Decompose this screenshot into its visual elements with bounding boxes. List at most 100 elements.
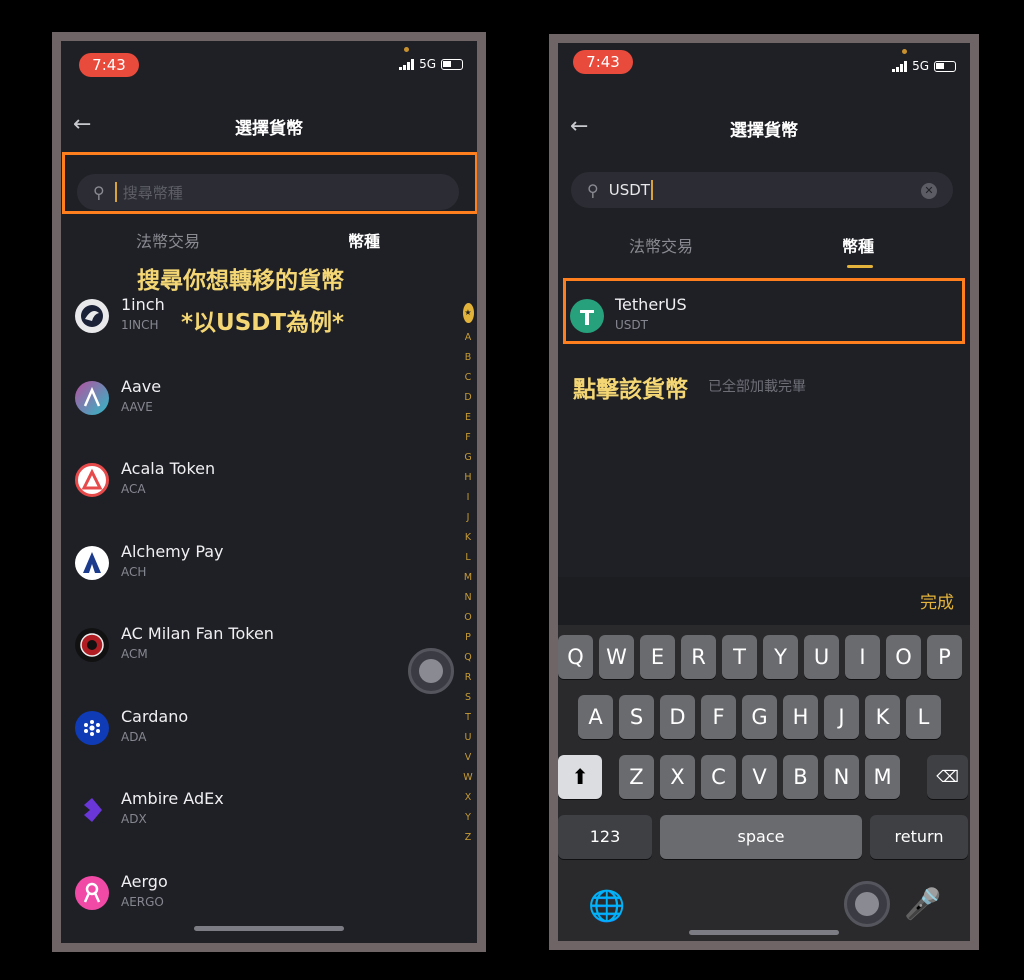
index-letter[interactable]: W <box>462 768 474 788</box>
index-letter[interactable]: H <box>462 468 474 488</box>
index-letter[interactable]: D <box>462 388 474 408</box>
index-letter[interactable]: Y <box>462 808 474 828</box>
acala-icon <box>75 463 109 497</box>
tab-fiat[interactable]: 法幣交易 <box>136 228 200 252</box>
coin-row[interactable]: Cardano ADA <box>75 703 405 753</box>
key-v[interactable]: V <box>742 755 777 799</box>
shift-key[interactable]: ⬆ <box>558 755 602 799</box>
key-p[interactable]: P <box>927 635 962 679</box>
index-letter[interactable]: X <box>462 788 474 808</box>
key-c[interactable]: C <box>701 755 736 799</box>
return-key[interactable]: return <box>870 815 968 859</box>
done-button[interactable]: 完成 <box>920 588 954 613</box>
cardano-icon <box>75 711 109 745</box>
search-input[interactable]: ⚲ USDT ✕ <box>571 172 953 208</box>
key-e[interactable]: E <box>640 635 675 679</box>
key-s[interactable]: S <box>619 695 654 739</box>
index-letter[interactable]: I <box>462 488 474 508</box>
key-z[interactable]: Z <box>619 755 654 799</box>
microphone-icon[interactable]: 🎤 <box>904 887 941 922</box>
tab-coins[interactable]: 幣種 <box>348 228 380 252</box>
key-q[interactable]: Q <box>558 635 593 679</box>
index-letter[interactable]: L <box>462 548 474 568</box>
battery-icon <box>934 60 956 72</box>
index-letter[interactable]: R <box>462 668 474 688</box>
annotation-line-1: 搜尋你想轉移的貨幣 <box>137 268 344 294</box>
index-letter[interactable]: U <box>462 728 474 748</box>
index-letter[interactable]: E <box>462 408 474 428</box>
coin-symbol: ACH <box>121 565 147 579</box>
index-letter[interactable]: C <box>462 368 474 388</box>
right-phone-screen: 7:43 5G ← 選擇貨幣 ⚲ USDT ✕ 法幣交易 幣種 TetherUS… <box>549 34 979 950</box>
index-letter[interactable]: K <box>462 528 474 548</box>
coin-symbol: AAVE <box>121 400 153 414</box>
key-t[interactable]: T <box>722 635 757 679</box>
index-letter[interactable]: N <box>462 588 474 608</box>
key-m[interactable]: M <box>865 755 900 799</box>
key-x[interactable]: X <box>660 755 695 799</box>
key-w[interactable]: W <box>599 635 634 679</box>
key-k[interactable]: K <box>865 695 900 739</box>
key-a[interactable]: A <box>578 695 613 739</box>
tab-fiat[interactable]: 法幣交易 <box>629 233 693 257</box>
index-letter[interactable]: B <box>462 348 474 368</box>
coin-row[interactable]: 1inch 1INCH <box>75 291 405 341</box>
coin-name: Cardano <box>121 707 189 726</box>
key-h[interactable]: H <box>783 695 818 739</box>
coin-row[interactable]: Alchemy Pay ACH <box>75 538 405 588</box>
favorite-index-icon[interactable]: ★ <box>462 303 474 323</box>
index-letter[interactable]: J <box>462 508 474 528</box>
result-highlight-box <box>563 278 965 344</box>
status-time: 7:43 <box>79 53 139 77</box>
key-j[interactable]: J <box>824 695 859 739</box>
signal-icon <box>399 58 415 70</box>
index-letter[interactable]: F <box>462 428 474 448</box>
key-r[interactable]: R <box>681 635 716 679</box>
delete-key[interactable]: ⌫ <box>927 755 968 799</box>
index-letter[interactable]: O <box>462 608 474 628</box>
index-letter[interactable]: M <box>462 568 474 588</box>
key-f[interactable]: F <box>701 695 736 739</box>
key-l[interactable]: L <box>906 695 941 739</box>
status-time: 7:43 <box>573 50 633 74</box>
key-d[interactable]: D <box>660 695 695 739</box>
coin-symbol: ADX <box>121 812 147 826</box>
search-value: USDT <box>608 181 650 199</box>
space-key[interactable]: space <box>660 815 862 859</box>
coin-name: Ambire AdEx <box>121 789 224 808</box>
index-letter[interactable]: A <box>462 328 474 348</box>
index-letter[interactable]: Z <box>462 828 474 848</box>
index-letter[interactable]: P <box>462 628 474 648</box>
coin-name: Aergo <box>121 872 168 891</box>
index-letter[interactable]: S <box>462 688 474 708</box>
alphabet-index[interactable]: ★ ABCDEFGHIJKLMNOPQRSTUVWXYZ <box>462 299 474 848</box>
numbers-key[interactable]: 123 <box>558 815 652 859</box>
coin-row[interactable]: Aave AAVE <box>75 373 405 423</box>
key-b[interactable]: B <box>783 755 818 799</box>
coin-row[interactable]: Acala Token ACA <box>75 455 405 505</box>
key-y[interactable]: Y <box>763 635 798 679</box>
signal-icon <box>892 60 908 72</box>
tab-coins[interactable]: 幣種 <box>842 233 874 257</box>
coin-row[interactable]: AC Milan Fan Token ACM <box>75 620 405 670</box>
index-letter[interactable]: Q <box>462 648 474 668</box>
key-n[interactable]: N <box>824 755 859 799</box>
globe-icon[interactable]: 🌐 <box>588 889 625 924</box>
assistive-touch-button[interactable] <box>408 648 454 694</box>
assistive-touch-button[interactable] <box>844 881 890 927</box>
coin-name: Aave <box>121 377 162 396</box>
search-icon: ⚲ <box>587 180 599 200</box>
coin-row[interactable]: Aergo AERGO <box>75 868 405 918</box>
index-letter[interactable]: V <box>462 748 474 768</box>
left-phone-screen: 7:43 5G ← 選擇貨幣 ⚲ 搜尋幣種 法幣交易 幣種 搜尋你想轉移的貨幣 … <box>52 32 486 952</box>
index-letter[interactable]: T <box>462 708 474 728</box>
key-i[interactable]: I <box>845 635 880 679</box>
coin-symbol: ACA <box>121 482 146 496</box>
index-letter[interactable]: G <box>462 448 474 468</box>
key-g[interactable]: G <box>742 695 777 739</box>
coin-symbol: AERGO <box>121 895 164 909</box>
key-o[interactable]: O <box>886 635 921 679</box>
coin-row[interactable]: Ambire AdEx ADX <box>75 785 405 835</box>
key-u[interactable]: U <box>804 635 839 679</box>
clear-search-icon[interactable]: ✕ <box>921 183 937 199</box>
